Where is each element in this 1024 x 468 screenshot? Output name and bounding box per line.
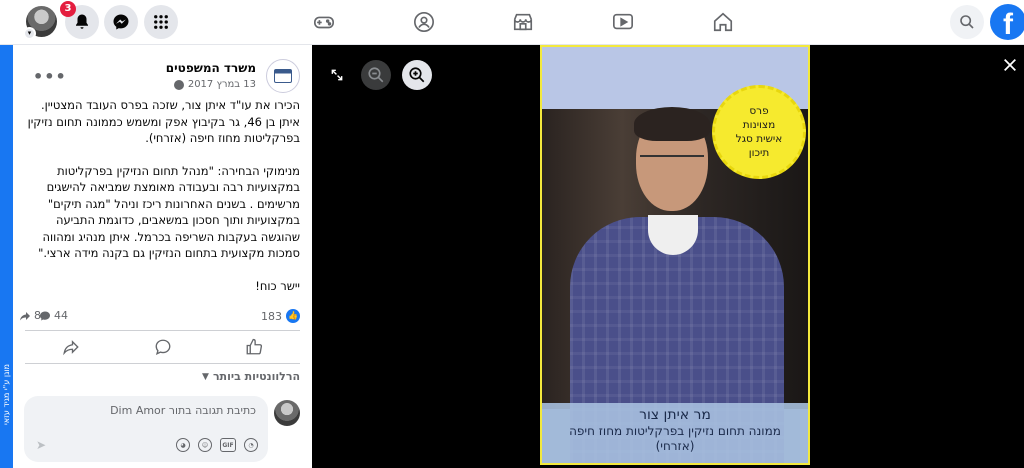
account-menu-chevron-icon[interactable]: ▾ xyxy=(23,27,36,40)
fullscreen-icon[interactable] xyxy=(330,67,344,86)
post-header: משרד המשפטים 13 במרץ 2017 ••• xyxy=(25,57,300,97)
gaming-icon xyxy=(314,16,334,29)
post-actions xyxy=(25,330,300,364)
page-name[interactable]: משרד המשפטים xyxy=(166,61,256,75)
person-glasses xyxy=(640,155,704,167)
more-options-button[interactable]: ••• xyxy=(33,67,67,86)
post-panel: משרד המשפטים 13 במרץ 2017 ••• הכירו את ע… xyxy=(13,45,312,468)
comment-icon xyxy=(155,339,170,356)
award-line: מצוינות xyxy=(742,119,776,131)
comments-count[interactable]: 44 xyxy=(39,309,68,322)
nav-marketplace[interactable] xyxy=(511,10,535,34)
comment-tools: ◔ GIF ☺ ◕ xyxy=(176,438,258,452)
marketplace-icon xyxy=(513,13,533,31)
zoom-out-icon xyxy=(368,67,384,83)
comment-placeholder: כתיבת תגובה בתור Dim Amor xyxy=(110,404,256,417)
search-button[interactable] xyxy=(950,5,984,39)
award-seal: פרס מצוינות אישית סגל תיכון xyxy=(712,85,806,179)
caption-name: מר איתן צור xyxy=(639,407,711,423)
side-strip: מוגן ע"י מגיד עזאי xyxy=(0,45,13,468)
person-hair xyxy=(634,107,710,141)
zoom-in-icon xyxy=(409,67,425,83)
share-button[interactable] xyxy=(25,331,117,363)
zoom-in-button[interactable] xyxy=(402,60,432,90)
award-line: תיכון xyxy=(748,147,770,159)
share-icon xyxy=(63,340,79,356)
page-logo[interactable] xyxy=(266,59,300,93)
bell-icon xyxy=(76,14,88,29)
ministry-emblem-icon xyxy=(274,69,292,83)
post-date-text: 13 במרץ 2017 xyxy=(187,79,256,90)
home-icon xyxy=(713,12,733,32)
chevron-down-icon: ▼ xyxy=(202,371,209,382)
side-strip-text: מוגן ע"י מגיד עזאי xyxy=(2,364,11,426)
top-bar: ▾ 3 f xyxy=(0,0,1024,45)
watch-icon xyxy=(613,13,633,30)
notifications-badge: 3 xyxy=(60,1,76,17)
send-icon[interactable]: ➤ xyxy=(36,438,46,452)
comment-input[interactable]: כתיבת תגובה בתור Dim Amor ◔ GIF ☺ ◕ ➤ xyxy=(24,396,268,462)
post-text: הכירו את עו"ד איתן צור, שזכה בפרס העובד … xyxy=(23,97,300,310)
post-paragraph: מנימוקי הבחירה: "מנהל תחום הנזיקין בפרקל… xyxy=(38,163,300,261)
comment-sort-dropdown[interactable]: הרלוונטיות ביותר ▼ xyxy=(202,370,300,383)
avatar-sticker-icon[interactable]: ◕ xyxy=(176,438,190,452)
share-count-icon xyxy=(20,311,30,320)
post-stats: 👍 183 44 8 xyxy=(13,307,312,327)
menu-button[interactable] xyxy=(144,5,178,39)
shares-number: 8 xyxy=(34,309,41,322)
caption-title: ממונה תחום נזיקין בפרקליטות מחוז חיפה xyxy=(569,424,781,438)
photo-caption: מר איתן צור ממונה תחום נזיקין בפרקליטות … xyxy=(542,403,808,463)
likes-number: 183 xyxy=(261,309,282,323)
likes-count[interactable]: 👍 183 xyxy=(261,309,300,323)
caption-title-suffix: (אזרחי) xyxy=(655,439,695,453)
nav-groups[interactable] xyxy=(412,10,436,34)
post-paragraph: יישר כוח! xyxy=(255,278,300,293)
comment-composer: כתיבת תגובה בתור Dim Amor ◔ GIF ☺ ◕ ➤ xyxy=(13,396,312,466)
like-reaction-icon: 👍 xyxy=(286,309,300,323)
like-button[interactable] xyxy=(208,331,300,363)
post-photo[interactable]: פרס מצוינות אישית סגל תיכון מר איתן צור … xyxy=(540,45,810,465)
photo-viewer: פרס מצוינות אישית סגל תיכון מר איתן צור … xyxy=(312,45,1024,468)
settings-icon xyxy=(173,79,184,90)
groups-icon xyxy=(414,12,434,32)
shares-count[interactable]: 8 xyxy=(19,309,41,322)
like-icon xyxy=(246,338,263,355)
award-line: פרס xyxy=(749,105,769,117)
post-date[interactable]: 13 במרץ 2017 xyxy=(173,79,256,90)
post-paragraph: הכירו את עו"ד איתן צור, שזכה בפרס העובד … xyxy=(27,98,300,145)
comment-button[interactable] xyxy=(117,331,209,363)
close-viewer-button[interactable] xyxy=(1002,57,1018,77)
gif-icon[interactable]: GIF xyxy=(220,438,236,452)
nav-watch[interactable] xyxy=(611,10,635,34)
nav-home[interactable] xyxy=(711,10,735,34)
messenger-icon xyxy=(113,14,129,30)
commenter-avatar[interactable] xyxy=(274,400,300,426)
comment-sort-label: הרלוונטיות ביותר xyxy=(212,370,300,383)
facebook-logo[interactable]: f xyxy=(990,4,1024,40)
comments-number: 44 xyxy=(54,309,68,322)
sticker-icon[interactable]: ◔ xyxy=(244,438,258,452)
messenger-button[interactable] xyxy=(104,5,138,39)
close-icon xyxy=(1004,59,1016,71)
emoji-icon[interactable]: ☺ xyxy=(198,438,212,452)
zoom-out-button[interactable] xyxy=(361,60,391,90)
nav-gaming[interactable] xyxy=(312,10,336,34)
search-icon xyxy=(960,15,974,29)
award-line: אישית סגל xyxy=(735,133,783,145)
grid-menu-icon xyxy=(154,15,168,29)
